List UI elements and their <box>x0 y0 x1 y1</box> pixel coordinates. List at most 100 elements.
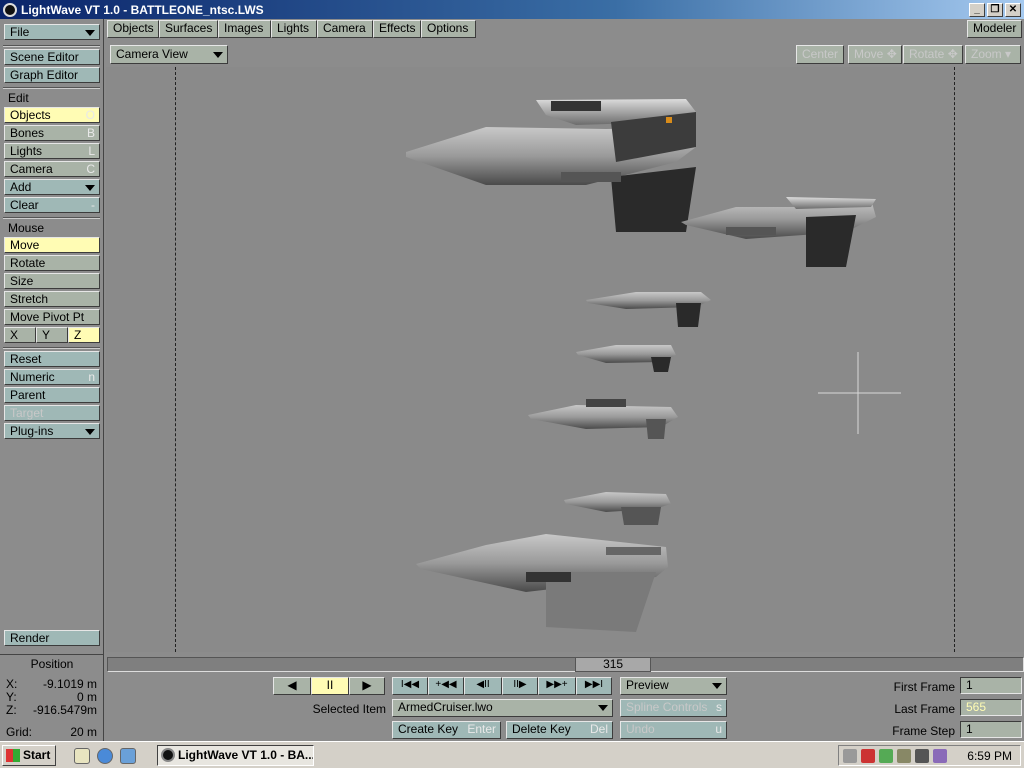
divider <box>3 87 100 89</box>
axis-z-toggle[interactable]: Z <box>68 327 100 343</box>
scene-editor-button[interactable]: Scene Editor <box>4 49 100 65</box>
menu-effects[interactable]: Effects <box>373 20 421 38</box>
taskbar-lightwave-button[interactable]: LightWave VT 1.0 - BA... <box>157 745 314 766</box>
start-button[interactable]: Start <box>2 745 56 766</box>
selected-item-select[interactable]: ArmedCruiser.lwo <box>392 699 613 717</box>
create-key-button[interactable]: Create Key Enter <box>392 721 501 739</box>
restore-button[interactable]: ❐ <box>987 2 1003 17</box>
show-desktop-icon[interactable] <box>74 748 90 764</box>
file-menu-button[interactable]: File <box>4 24 100 40</box>
timeline-slider[interactable]: 315 <box>107 657 1024 672</box>
move-tool-button[interactable]: Move <box>4 237 100 253</box>
size-tool-button[interactable]: Size <box>4 273 100 289</box>
lights-edit-button[interactable]: Lights L <box>4 143 100 159</box>
display-icon[interactable] <box>879 749 893 763</box>
view-type-select[interactable]: Camera View <box>110 45 228 64</box>
grid-value: 20 m <box>70 725 97 739</box>
x-value: -9.1019 m <box>42 677 97 691</box>
ship-model[interactable] <box>416 534 668 632</box>
minimize-button[interactable]: _ <box>969 2 985 17</box>
next-key-button[interactable]: ▶▶+ <box>538 677 576 695</box>
delete-key-button[interactable]: Delete Key Del <box>506 721 613 739</box>
zoom-view-button[interactable]: Zoom ▾ <box>965 45 1021 64</box>
position-title: Position <box>30 657 74 671</box>
stretch-tool-button[interactable]: Stretch <box>4 291 100 307</box>
first-frame-field[interactable]: 1 <box>960 677 1022 694</box>
undo-button[interactable]: Undo u <box>620 721 727 739</box>
first-frame-button[interactable]: I◀◀ <box>392 677 428 695</box>
scene-render <box>406 99 901 632</box>
last-frame-button[interactable]: ▶▶I <box>576 677 612 695</box>
add-menu-button[interactable]: Add <box>4 179 100 195</box>
volume-icon[interactable] <box>843 749 857 763</box>
menu-images[interactable]: Images <box>218 20 271 38</box>
frame-step-field[interactable]: 1 <box>960 721 1022 738</box>
camera-edit-button[interactable]: Camera C <box>4 161 100 177</box>
move-pivot-button[interactable]: Move Pivot Pt <box>4 309 100 325</box>
modeler-button[interactable]: Modeler <box>967 20 1022 38</box>
bones-edit-button[interactable]: Bones B <box>4 125 100 141</box>
rotate-view-button[interactable]: Rotate ✥ <box>903 45 963 64</box>
ship-model[interactable] <box>576 345 676 372</box>
ship-model[interactable] <box>681 197 876 267</box>
menu-surfaces[interactable]: Surfaces <box>159 20 218 38</box>
ship-model[interactable] <box>586 292 711 327</box>
shortcut-key: Enter <box>467 722 496 736</box>
ship-model[interactable] <box>564 492 671 525</box>
graph-editor-button[interactable]: Graph Editor <box>4 67 100 83</box>
bones-label: Bones <box>10 126 45 140</box>
menu-camera[interactable]: Camera <box>317 20 373 38</box>
last-frame-field[interactable]: 565 <box>960 699 1022 716</box>
next-frame-button[interactable]: II▶ <box>502 677 538 695</box>
rotate-icon: ✥ <box>947 47 958 61</box>
spline-controls-button[interactable]: Spline Controls s <box>620 699 727 717</box>
internet-explorer-icon[interactable] <box>97 748 113 764</box>
menu-lights[interactable]: Lights <box>271 20 317 38</box>
play-reverse-button[interactable]: ◀ <box>273 677 311 695</box>
objects-edit-button[interactable]: Objects O <box>4 107 100 123</box>
close-button[interactable]: ✕ <box>1005 2 1021 17</box>
pause-button[interactable]: II <box>311 677 349 695</box>
camera-viewport[interactable] <box>106 67 1024 652</box>
tray-app-icon[interactable] <box>933 749 947 763</box>
start-label: Start <box>23 748 51 762</box>
center-button[interactable]: Center <box>796 45 844 64</box>
rotate-tool-button[interactable]: Rotate <box>4 255 100 271</box>
current-frame-indicator[interactable]: 315 <box>575 657 652 672</box>
spline-controls-label: Spline Controls <box>626 700 708 714</box>
shortcut-key: n <box>88 370 95 384</box>
outlook-express-icon[interactable] <box>120 748 136 764</box>
numeric-button[interactable]: Numeric n <box>4 369 100 385</box>
frame-step-label: Frame Step <box>892 724 955 738</box>
parent-button[interactable]: Parent <box>4 387 100 403</box>
ship-model[interactable] <box>528 399 678 439</box>
tray-app-icon[interactable] <box>897 749 911 763</box>
objects-label: Objects <box>10 108 51 122</box>
shortcut-key: Del <box>589 722 608 736</box>
target-button[interactable]: Target <box>4 405 100 421</box>
render-button[interactable]: Render <box>4 630 100 646</box>
prev-frame-button[interactable]: ◀II <box>464 677 502 695</box>
ship-model[interactable] <box>406 99 696 232</box>
network-icon[interactable] <box>861 749 875 763</box>
axis-y-toggle[interactable]: Y <box>36 327 68 343</box>
zoom-view-label: Zoom <box>971 47 1002 61</box>
menu-objects[interactable]: Objects <box>107 20 159 38</box>
camera-tray-icon[interactable] <box>915 749 929 763</box>
axis-x-toggle[interactable]: X <box>4 327 36 343</box>
undo-label: Undo <box>626 722 655 736</box>
view-type-label: Camera View <box>116 47 188 61</box>
prev-key-button[interactable]: +◀◀ <box>428 677 464 695</box>
shortcut-key: C <box>86 162 95 176</box>
first-frame-label: First Frame <box>893 680 955 694</box>
clear-label: Clear <box>10 198 39 212</box>
reset-button[interactable]: Reset <box>4 351 100 367</box>
preview-select[interactable]: Preview <box>620 677 727 695</box>
menu-options[interactable]: Options <box>421 20 476 38</box>
move-view-button[interactable]: Move ✥ <box>848 45 902 64</box>
clear-button[interactable]: Clear - <box>4 197 100 213</box>
grid-label: Grid: <box>6 725 33 739</box>
play-button[interactable]: ▶ <box>349 677 385 695</box>
plugins-menu-button[interactable]: Plug-ins <box>4 423 100 439</box>
lightwave-app-icon[interactable] <box>3 2 17 17</box>
